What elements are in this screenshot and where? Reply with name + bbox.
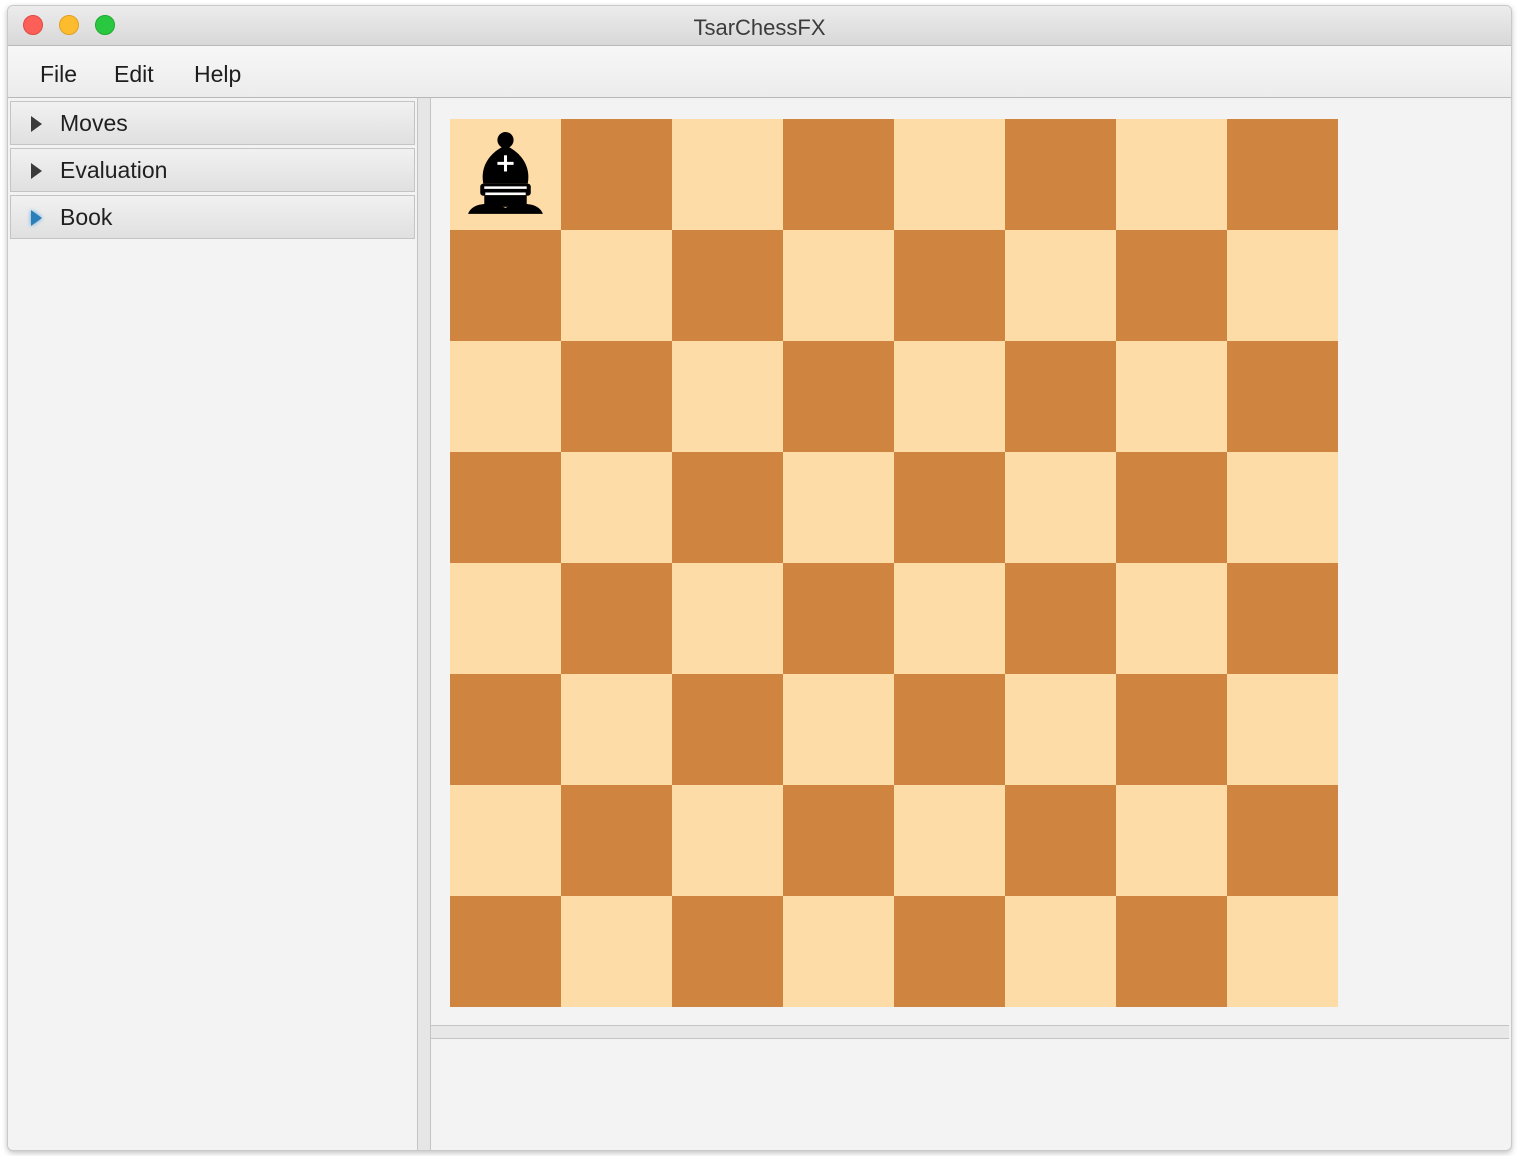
chess-board <box>450 119 1338 1007</box>
board-square-e4[interactable] <box>894 563 1005 674</box>
board-square-d4[interactable] <box>783 563 894 674</box>
accordion-label: Moves <box>60 110 128 136</box>
black-bishop-icon[interactable] <box>458 127 553 222</box>
board-square-a6[interactable] <box>450 341 561 452</box>
board-square-c6[interactable] <box>672 341 783 452</box>
accordion-label: Book <box>60 204 113 230</box>
board-square-f8[interactable] <box>1005 119 1116 230</box>
board-square-e2[interactable] <box>894 785 1005 896</box>
board-square-c1[interactable] <box>672 896 783 1007</box>
board-square-c8[interactable] <box>672 119 783 230</box>
board-square-g3[interactable] <box>1116 674 1227 785</box>
board-square-d8[interactable] <box>783 119 894 230</box>
sidebar: Moves Evaluation Book <box>8 98 418 1150</box>
board-square-d7[interactable] <box>783 230 894 341</box>
board-square-h1[interactable] <box>1227 896 1338 1007</box>
board-square-h2[interactable] <box>1227 785 1338 896</box>
board-square-f2[interactable] <box>1005 785 1116 896</box>
menu-help[interactable]: Help <box>190 59 245 90</box>
board-square-g6[interactable] <box>1116 341 1227 452</box>
board-square-g4[interactable] <box>1116 563 1227 674</box>
split-pane-divider-vertical[interactable] <box>418 98 431 1150</box>
board-square-b8[interactable] <box>561 119 672 230</box>
board-square-b4[interactable] <box>561 563 672 674</box>
accordion-evaluation[interactable]: Evaluation <box>10 148 415 192</box>
board-pane <box>431 100 1509 1026</box>
menu-bar: File Edit Help <box>8 46 1511 98</box>
board-square-c5[interactable] <box>672 452 783 563</box>
board-square-d2[interactable] <box>783 785 894 896</box>
board-square-e3[interactable] <box>894 674 1005 785</box>
board-square-a8[interactable] <box>450 119 561 230</box>
board-square-a1[interactable] <box>450 896 561 1007</box>
title-bar: TsarChessFX <box>8 6 1511 46</box>
board-square-g2[interactable] <box>1116 785 1227 896</box>
board-square-b5[interactable] <box>561 452 672 563</box>
board-square-f3[interactable] <box>1005 674 1116 785</box>
expand-arrow-icon <box>31 116 42 132</box>
board-square-b3[interactable] <box>561 674 672 785</box>
board-square-h4[interactable] <box>1227 563 1338 674</box>
board-square-e6[interactable] <box>894 341 1005 452</box>
board-square-c7[interactable] <box>672 230 783 341</box>
board-square-h3[interactable] <box>1227 674 1338 785</box>
expand-arrow-icon <box>31 163 42 179</box>
board-square-d1[interactable] <box>783 896 894 1007</box>
board-square-b6[interactable] <box>561 341 672 452</box>
board-square-e8[interactable] <box>894 119 1005 230</box>
board-square-a3[interactable] <box>450 674 561 785</box>
board-square-h6[interactable] <box>1227 341 1338 452</box>
expand-arrow-icon <box>31 210 42 226</box>
board-square-g1[interactable] <box>1116 896 1227 1007</box>
board-square-b2[interactable] <box>561 785 672 896</box>
board-square-g7[interactable] <box>1116 230 1227 341</box>
board-square-f7[interactable] <box>1005 230 1116 341</box>
board-square-e7[interactable] <box>894 230 1005 341</box>
board-square-d5[interactable] <box>783 452 894 563</box>
board-square-f5[interactable] <box>1005 452 1116 563</box>
board-square-f4[interactable] <box>1005 563 1116 674</box>
menu-edit[interactable]: Edit <box>110 59 158 90</box>
board-square-g5[interactable] <box>1116 452 1227 563</box>
board-square-d6[interactable] <box>783 341 894 452</box>
app-window: TsarChessFX File Edit Help Moves Evaluat… <box>7 5 1512 1151</box>
board-square-c3[interactable] <box>672 674 783 785</box>
accordion-book[interactable]: Book <box>10 195 415 239</box>
board-square-a2[interactable] <box>450 785 561 896</box>
board-square-b1[interactable] <box>561 896 672 1007</box>
menu-file[interactable]: File <box>36 59 81 90</box>
board-square-c2[interactable] <box>672 785 783 896</box>
board-square-a5[interactable] <box>450 452 561 563</box>
board-square-d3[interactable] <box>783 674 894 785</box>
accordion-moves[interactable]: Moves <box>10 101 415 145</box>
bottom-panel <box>431 1039 1509 1150</box>
board-square-e5[interactable] <box>894 452 1005 563</box>
board-square-g8[interactable] <box>1116 119 1227 230</box>
accordion-label: Evaluation <box>60 157 168 183</box>
board-square-b7[interactable] <box>561 230 672 341</box>
board-square-h7[interactable] <box>1227 230 1338 341</box>
split-pane-divider-horizontal[interactable] <box>431 1026 1509 1039</box>
board-square-h5[interactable] <box>1227 452 1338 563</box>
board-square-a4[interactable] <box>450 563 561 674</box>
window-title: TsarChessFX <box>693 15 826 40</box>
board-square-f1[interactable] <box>1005 896 1116 1007</box>
board-square-f6[interactable] <box>1005 341 1116 452</box>
board-square-e1[interactable] <box>894 896 1005 1007</box>
board-square-a7[interactable] <box>450 230 561 341</box>
board-square-c4[interactable] <box>672 563 783 674</box>
board-square-h8[interactable] <box>1227 119 1338 230</box>
